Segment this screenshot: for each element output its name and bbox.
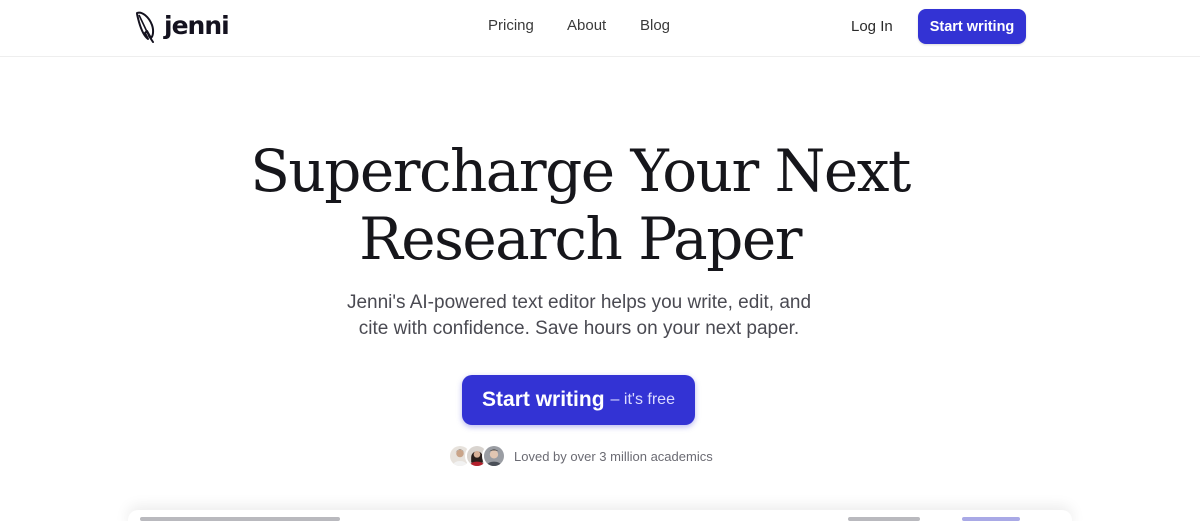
header-start-writing-button[interactable]: Start writing [918, 9, 1026, 44]
preview-text-line [140, 517, 340, 521]
page: jenni Pricing About Blog Log In Start wr… [0, 0, 1200, 521]
hero-subtitle-line: cite with confidence. Save hours on your… [358, 318, 800, 339]
social-proof: Loved by over 3 million academics [448, 443, 713, 469]
hero-cta-sublabel: – it's free [610, 391, 675, 408]
hero-cta-label: Start writing [482, 388, 605, 411]
nav-link-about[interactable]: About [567, 16, 606, 36]
hero-title-line: Research Paper [359, 205, 802, 273]
hero-start-writing-button[interactable]: Start writing – it's free [462, 375, 695, 425]
hero-title: Supercharge Your Next Research Paper [0, 137, 1160, 273]
preview-text-line [848, 517, 920, 521]
nav-link-pricing[interactable]: Pricing [488, 16, 534, 36]
avatar-stack [448, 444, 506, 468]
hero-subtitle: Jenni's AI-powered text editor helps you… [0, 290, 1158, 342]
editor-preview [128, 510, 1072, 521]
top-nav-bar: jenni Pricing About Blog Log In Start wr… [0, 0, 1200, 57]
social-proof-text: Loved by over 3 million academics [514, 448, 713, 464]
hero-subtitle-line: Jenni's AI-powered text editor helps you… [346, 292, 812, 313]
nav-link-blog[interactable]: Blog [640, 16, 670, 36]
login-link[interactable]: Log In [851, 17, 893, 37]
preview-text-line [962, 517, 1020, 521]
avatar [482, 444, 506, 468]
hero-title-line: Supercharge Your Next [250, 137, 911, 205]
